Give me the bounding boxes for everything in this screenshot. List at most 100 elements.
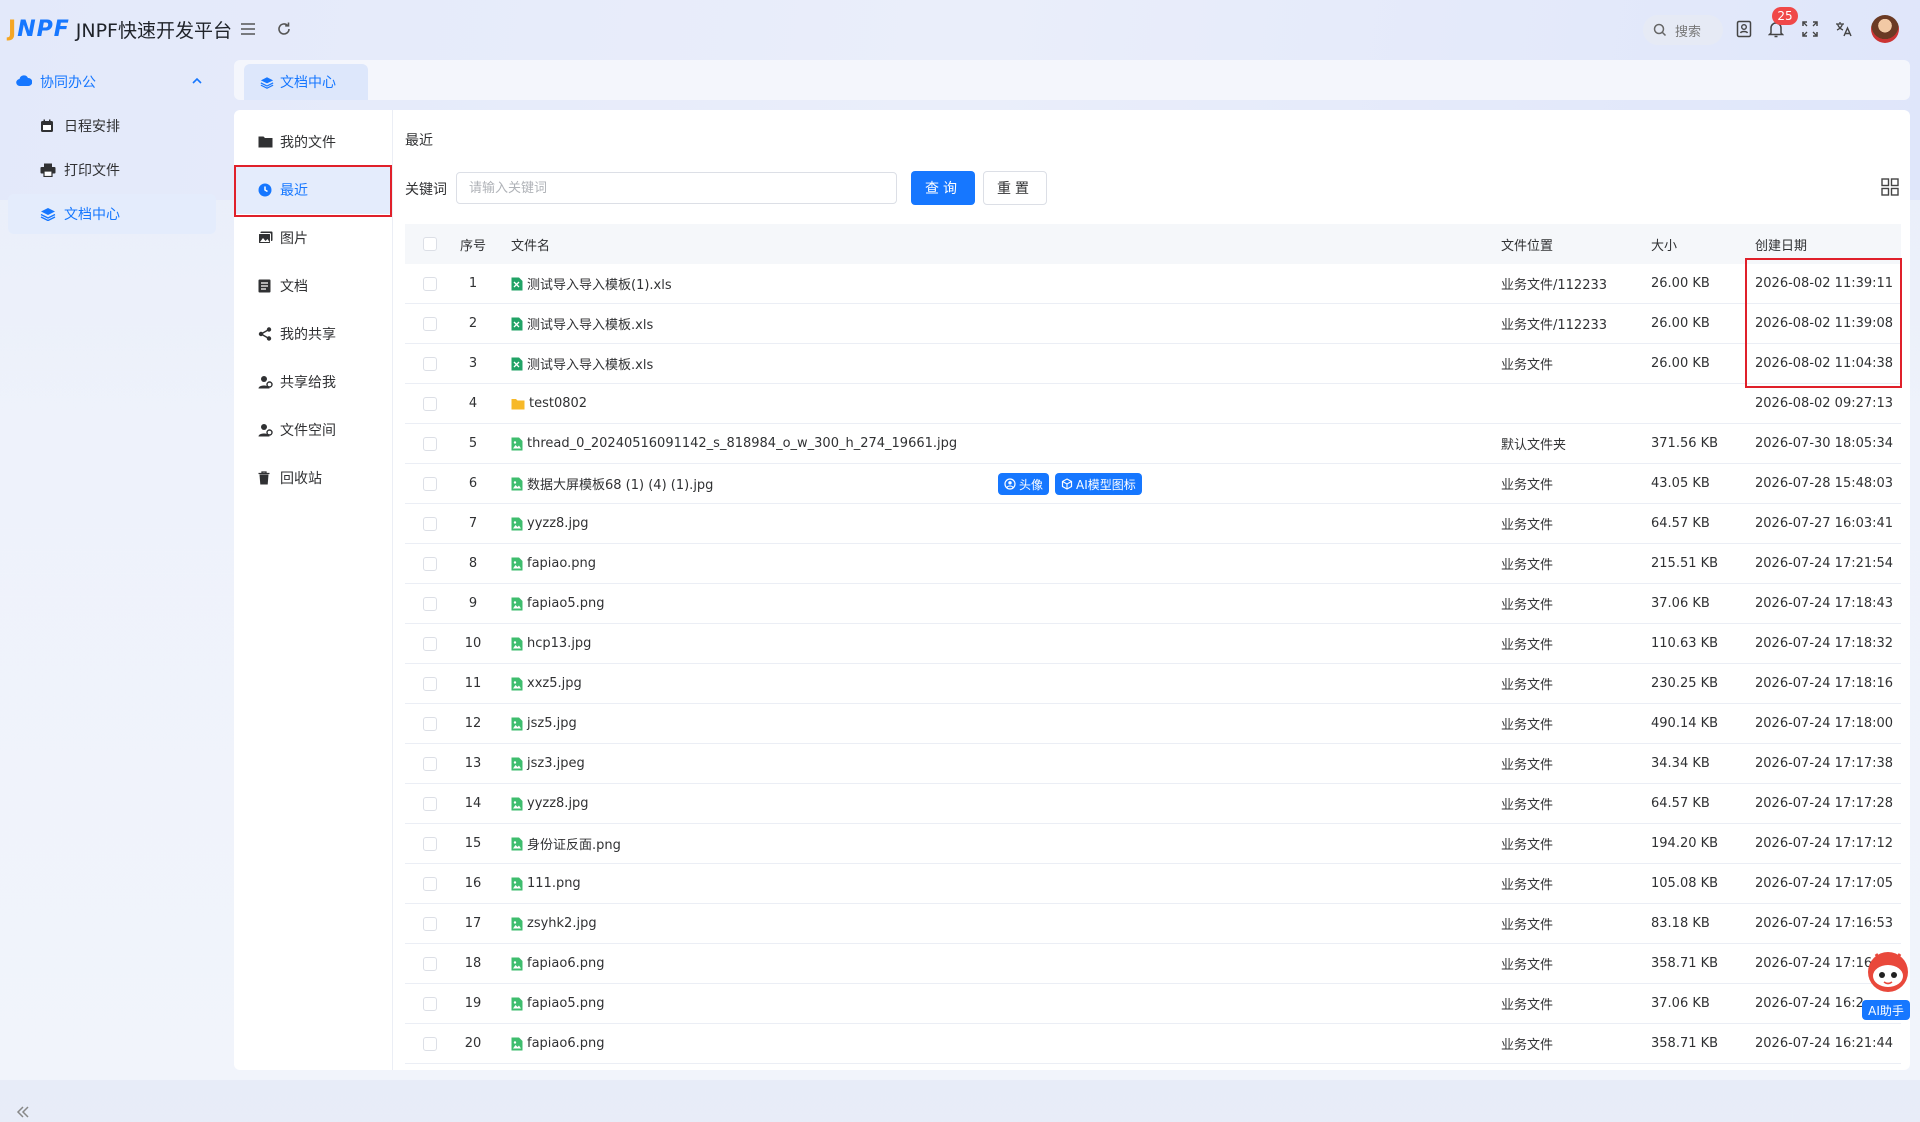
image-file-icon [511, 517, 523, 531]
table-row[interactable]: 15 身份证反面.png 业务文件 194.20 KB 2026-07-24 17:17… [405, 824, 1901, 864]
file-name-cell[interactable]: jsz3.jpeg [511, 756, 585, 771]
row-checkbox[interactable] [423, 917, 437, 931]
table-row[interactable]: 7 yyzz8.jpg 业务文件 64.57 KB 2026-07-27 16:03:4… [405, 504, 1901, 544]
file-name-cell[interactable]: yyzz8.jpg [511, 796, 589, 811]
collapse-sidebar-icon[interactable] [16, 1106, 30, 1122]
file-name-cell[interactable]: 数据大屏模板68 (1) (4) (1).jpg [511, 474, 713, 493]
category-my-shares[interactable]: 我的共享 [234, 310, 392, 358]
category-shared-with-me[interactable]: 共享给我 [234, 358, 392, 406]
file-name-cell[interactable]: test0802 [511, 396, 587, 411]
file-name-cell[interactable]: xxz5.jpg [511, 676, 582, 691]
table-row[interactable]: 6 数据大屏模板68 (1) (4) (1).jpg 头像 AI模型图标 业务文件 43.… [405, 464, 1901, 504]
row-checkbox[interactable] [423, 277, 437, 291]
file-name-cell[interactable]: fapiao6.png [511, 956, 604, 971]
file-name-cell[interactable]: zsyhk2.jpg [511, 916, 597, 931]
file-tag[interactable]: AI模型图标 [1055, 473, 1142, 495]
table-row[interactable]: 3 测试导入导入模板.xls 业务文件 26.00 KB 2026-08-02 11:0… [405, 344, 1901, 384]
file-name-cell[interactable]: 111.png [511, 876, 581, 891]
row-checkbox[interactable] [423, 397, 437, 411]
tab-doc-center[interactable]: 文档中心 [244, 64, 368, 100]
file-name: zsyhk2.jpg [527, 916, 597, 931]
sidebar-item-schedule[interactable]: 日程安排 [8, 106, 216, 146]
row-checkbox[interactable] [423, 997, 437, 1011]
category-file-space[interactable]: 文件空间 [234, 406, 392, 454]
menu-toggle-icon[interactable] [237, 18, 259, 40]
sidebar-item-label: 文档中心 [64, 207, 120, 223]
user-avatar[interactable] [1871, 15, 1899, 43]
row-checkbox[interactable] [423, 597, 437, 611]
file-size: 64.57 KB [1651, 796, 1710, 811]
category-documents[interactable]: 文档 [234, 262, 392, 310]
file-created-date: 2026-07-27 16:03:41 [1755, 516, 1894, 531]
table-row[interactable]: 13 jsz3.jpeg 业务文件 34.34 KB 2026-07-24 17:17:… [405, 744, 1901, 784]
row-checkbox[interactable] [423, 637, 437, 651]
fullscreen-icon[interactable] [1799, 18, 1821, 40]
file-name-cell[interactable]: 测试导入导入模板.xls [511, 314, 653, 333]
file-name-cell[interactable]: hcp13.jpg [511, 636, 591, 651]
file-name-cell[interactable]: 身份证反面.png [511, 834, 621, 853]
table-row[interactable]: 11 xxz5.jpg 业务文件 230.25 KB 2026-07-24 17:18:… [405, 664, 1901, 704]
row-checkbox[interactable] [423, 717, 437, 731]
row-checkbox[interactable] [423, 357, 437, 371]
sidebar-item-doc-center[interactable]: 文档中心 [8, 194, 216, 234]
file-name-cell[interactable]: fapiao6.png [511, 1036, 604, 1051]
row-checkbox[interactable] [423, 677, 437, 691]
row-checkbox[interactable] [423, 877, 437, 891]
language-icon[interactable] [1833, 18, 1855, 40]
row-checkbox[interactable] [423, 477, 437, 491]
row-checkbox[interactable] [423, 317, 437, 331]
row-checkbox[interactable] [423, 1037, 437, 1051]
table-row[interactable]: 1 测试导入导入模板(1).xls 业务文件/112233 26.00 KB 2026-… [405, 264, 1901, 304]
sidebar-item-print[interactable]: 打印文件 [8, 150, 216, 190]
file-name-cell[interactable]: thread_0_20240516091142_s_818984_o_w_300… [511, 436, 957, 451]
file-name-cell[interactable]: yyzz8.jpg [511, 516, 589, 531]
keyword-input[interactable] [456, 172, 897, 204]
table-row[interactable]: 4 test0802 2026-08-02 09:27:13 [405, 384, 1901, 424]
table-row[interactable]: 10 hcp13.jpg 业务文件 110.63 KB 2026-07-24 17:18… [405, 624, 1901, 664]
table-row[interactable]: 19 fapiao5.png 业务文件 37.06 KB 2026-07-24 16:2 [405, 984, 1901, 1024]
file-name-cell[interactable]: 测试导入导入模板.xls [511, 354, 653, 373]
logo-mark: JNPF [8, 16, 70, 42]
file-name-cell[interactable]: 测试导入导入模板(1).xls [511, 274, 672, 293]
file-name-cell[interactable]: fapiao5.png [511, 996, 604, 1011]
table-row[interactable]: 14 yyzz8.jpg 业务文件 64.57 KB 2026-07-24 17:17:… [405, 784, 1901, 824]
table-row[interactable]: 9 fapiao5.png 业务文件 37.06 KB 2026-07-24 17:18… [405, 584, 1901, 624]
file-tag[interactable]: 头像 [998, 473, 1050, 495]
row-checkbox[interactable] [423, 557, 437, 571]
table-row[interactable]: 20 fapiao6.png 业务文件 358.71 KB 2026-07-24 16:… [405, 1024, 1901, 1064]
table-row[interactable]: 2 测试导入导入模板.xls 业务文件/112233 26.00 KB 2026-08-… [405, 304, 1901, 344]
header-search[interactable]: 搜索 [1643, 15, 1723, 45]
category-recycle-bin[interactable]: 回收站 [234, 454, 392, 502]
file-name-cell[interactable]: fapiao.png [511, 556, 596, 571]
table-row[interactable]: 16 111.png 业务文件 105.08 KB 2026-07-24 17:17:0… [405, 864, 1901, 904]
category-label: 我的文件 [280, 135, 336, 151]
category-recent[interactable]: 最近 [234, 166, 392, 214]
row-checkbox[interactable] [423, 517, 437, 531]
sidebar-group-collab-office[interactable]: 协同办公 [8, 62, 216, 102]
file-location: 业务文件 [1501, 638, 1554, 653]
row-checkbox[interactable] [423, 797, 437, 811]
refresh-icon[interactable] [273, 18, 295, 40]
row-checkbox[interactable] [423, 957, 437, 971]
table-row[interactable]: 8 fapiao.png 业务文件 215.51 KB 2026-07-24 17:21… [405, 544, 1901, 584]
row-checkbox[interactable] [423, 757, 437, 771]
select-all-checkbox[interactable] [423, 237, 437, 251]
table-row[interactable]: 5 thread_0_20240516091142_s_818984_o_w_30… [405, 424, 1901, 464]
table-row[interactable]: 12 jsz5.jpg 业务文件 490.14 KB 2026-07-24 17:18:… [405, 704, 1901, 744]
file-size: 64.57 KB [1651, 516, 1710, 531]
ai-assistant-label[interactable]: AI助手 [1862, 1000, 1910, 1020]
table-row[interactable]: 17 zsyhk2.jpg 业务文件 83.18 KB 2026-07-24 17:16… [405, 904, 1901, 944]
grid-view-icon[interactable] [1881, 178, 1899, 196]
contact-book-icon[interactable] [1733, 18, 1755, 40]
query-button[interactable]: 查询 [911, 171, 975, 205]
category-my-files[interactable]: 我的文件 [234, 118, 392, 166]
file-name-cell[interactable]: jsz5.jpg [511, 716, 577, 731]
row-checkbox[interactable] [423, 437, 437, 451]
table-row[interactable]: 18 fapiao6.png 业务文件 358.71 KB 2026-07-24 17:… [405, 944, 1901, 984]
category-images[interactable]: 图片 [234, 214, 392, 262]
row-checkbox[interactable] [423, 837, 437, 851]
file-location: 默认文件夹 [1501, 438, 1567, 453]
reset-button[interactable]: 重置 [983, 171, 1047, 205]
file-name-cell[interactable]: fapiao5.png [511, 596, 604, 611]
file-name: fapiao.png [527, 556, 596, 571]
